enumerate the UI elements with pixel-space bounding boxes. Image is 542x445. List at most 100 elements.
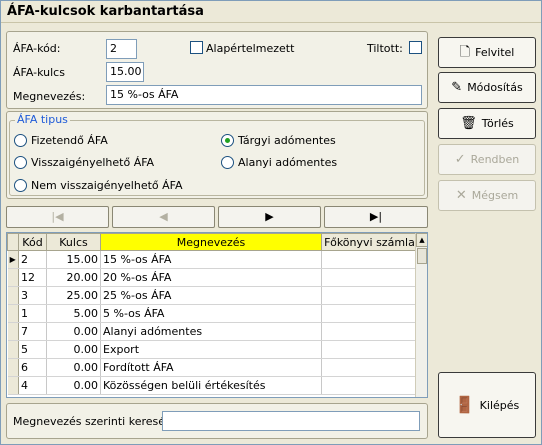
scrollbar-thumb[interactable] xyxy=(417,248,427,264)
cancel-button-label: Mégsem xyxy=(471,189,519,202)
nav-first-button[interactable]: |◀ xyxy=(6,206,109,228)
grid-vertical-scrollbar[interactable]: ▲ xyxy=(415,233,427,397)
vat-code-label: ÁFA-kód: xyxy=(13,42,61,55)
row-indicator xyxy=(7,322,19,341)
column-header-rate[interactable]: Kulcs xyxy=(46,233,101,251)
column-header-code[interactable]: Kód xyxy=(18,233,47,251)
table-row[interactable]: 12 20.00 20 %-os ÁFA xyxy=(7,268,418,287)
radio-reclaimable-vat[interactable] xyxy=(14,156,27,169)
scroll-up-arrow-icon[interactable]: ▲ xyxy=(416,233,427,247)
cell-name[interactable]: Fordított ÁFA xyxy=(100,358,322,377)
cell-rate[interactable]: 0.00 xyxy=(46,322,101,341)
vat-code-input[interactable]: 2 xyxy=(106,39,137,59)
cell-code[interactable]: 6 xyxy=(18,358,47,377)
modify-button[interactable]: ✎ Módosítás xyxy=(438,72,536,103)
cell-code[interactable]: 2 xyxy=(18,250,47,269)
cell-account[interactable] xyxy=(321,358,418,377)
nav-last-button[interactable]: ▶| xyxy=(324,206,428,228)
save-button[interactable]: ✓ Rendben xyxy=(438,144,536,175)
column-header-account[interactable]: Főkönyvi számla xyxy=(321,233,418,251)
modify-button-label: Módosítás xyxy=(467,81,523,94)
name-input[interactable]: 15 %-os ÁFA xyxy=(106,85,422,105)
cell-account[interactable] xyxy=(321,250,418,269)
vat-type-panel: ÁFA tipus Fizetendő ÁFA Visszaigényelhet… xyxy=(6,111,428,199)
grid-corner xyxy=(7,233,19,251)
radio-subject-exempt[interactable] xyxy=(221,156,234,169)
table-row[interactable]: 3 25.00 25 %-os ÁFA xyxy=(7,286,418,305)
exit-button[interactable]: 🚪 Kilépés xyxy=(438,372,536,438)
window-title: ÁFA-kulcsok karbantartása xyxy=(7,4,204,19)
table-row[interactable]: 6 0.00 Fordított ÁFA xyxy=(7,358,418,377)
exit-button-label: Kilépés xyxy=(479,398,520,412)
new-button[interactable]: 🗋 Felvitel xyxy=(438,37,536,68)
row-indicator xyxy=(7,340,19,359)
radio-reclaimable-vat-label: Visszaigényelhető ÁFA xyxy=(31,156,155,169)
disabled-checkbox[interactable] xyxy=(409,41,422,54)
cell-name[interactable]: 5 %-os ÁFA xyxy=(100,304,322,323)
radio-subject-exempt-label: Alanyi adómentes xyxy=(238,156,338,169)
default-checkbox[interactable] xyxy=(190,41,203,54)
cell-code[interactable]: 3 xyxy=(18,286,47,305)
cell-code[interactable]: 7 xyxy=(18,322,47,341)
cell-code[interactable]: 4 xyxy=(18,376,47,395)
radio-payable-vat[interactable] xyxy=(14,134,27,147)
radio-non-reclaimable-vat[interactable] xyxy=(14,179,27,192)
cross-icon: ✕ xyxy=(455,188,467,203)
table-row[interactable]: 5 0.00 Export xyxy=(7,340,418,359)
nav-prev-button[interactable]: ◀ xyxy=(112,206,215,228)
cell-account[interactable] xyxy=(321,286,418,305)
row-indicator xyxy=(7,286,19,305)
trash-icon: 🗑 xyxy=(460,116,477,131)
cell-rate[interactable]: 25.00 xyxy=(46,286,101,305)
new-document-icon: 🗋 xyxy=(459,45,471,60)
cell-account[interactable] xyxy=(321,376,418,395)
nav-next-button[interactable]: ▶ xyxy=(218,206,321,228)
save-button-label: Rendben xyxy=(470,153,520,166)
cell-rate[interactable]: 0.00 xyxy=(46,358,101,377)
title-bar: ÁFA-kulcsok karbantartása xyxy=(1,1,541,23)
vat-rate-input[interactable]: 15.00 xyxy=(106,62,144,82)
radio-material-exempt[interactable] xyxy=(221,134,234,147)
check-icon: ✓ xyxy=(454,152,466,167)
table-row[interactable]: ▶ 2 15.00 15 %-os ÁFA xyxy=(7,250,418,269)
row-indicator xyxy=(7,268,19,287)
vat-rates-grid[interactable]: Kód Kulcs Megnevezés Főkönyvi számla ▶ 2… xyxy=(6,232,428,398)
table-row[interactable]: 7 0.00 Alanyi adómentes xyxy=(7,322,418,341)
search-panel: Megnevezés szerinti keresés xyxy=(6,403,428,439)
cell-rate[interactable]: 5.00 xyxy=(46,304,101,323)
search-input[interactable] xyxy=(162,411,420,431)
cell-account[interactable] xyxy=(321,268,418,287)
delete-button[interactable]: 🗑 Törlés xyxy=(438,108,536,139)
disabled-label: Tiltott: xyxy=(367,42,403,55)
table-row[interactable]: 4 0.00 Közösségen belüli értékesítés xyxy=(7,376,418,395)
cell-rate[interactable]: 0.00 xyxy=(46,340,101,359)
cell-rate[interactable]: 0.00 xyxy=(46,376,101,395)
row-indicator xyxy=(7,376,19,395)
table-row[interactable]: 1 5.00 5 %-os ÁFA xyxy=(7,304,418,323)
default-label: Alapértelmezett xyxy=(206,42,295,55)
cell-account[interactable] xyxy=(321,304,418,323)
current-row-indicator-icon: ▶ xyxy=(7,250,19,269)
new-button-label: Felvitel xyxy=(475,46,515,59)
cell-name[interactable]: 25 %-os ÁFA xyxy=(100,286,322,305)
cell-name[interactable]: Export xyxy=(100,340,322,359)
cell-code[interactable]: 1 xyxy=(18,304,47,323)
cell-name[interactable]: Közösségen belüli értékesítés xyxy=(100,376,322,395)
cell-rate[interactable]: 15.00 xyxy=(46,250,101,269)
cell-rate[interactable]: 20.00 xyxy=(46,268,101,287)
cancel-button[interactable]: ✕ Mégsem xyxy=(438,180,536,211)
radio-material-exempt-label: Tárgyi adómentes xyxy=(238,134,336,147)
cell-name[interactable]: 20 %-os ÁFA xyxy=(100,268,322,287)
exit-door-icon: 🚪 xyxy=(454,395,475,414)
column-header-name[interactable]: Megnevezés xyxy=(100,233,322,251)
row-indicator xyxy=(7,358,19,377)
vat-type-legend: ÁFA tipus xyxy=(15,113,70,126)
cell-code[interactable]: 12 xyxy=(18,268,47,287)
cell-name[interactable]: 15 %-os ÁFA xyxy=(100,250,322,269)
cell-account[interactable] xyxy=(321,340,418,359)
cell-name[interactable]: Alanyi adómentes xyxy=(100,322,322,341)
row-indicator xyxy=(7,304,19,323)
cell-account[interactable] xyxy=(321,322,418,341)
delete-button-label: Törlés xyxy=(481,117,514,130)
cell-code[interactable]: 5 xyxy=(18,340,47,359)
